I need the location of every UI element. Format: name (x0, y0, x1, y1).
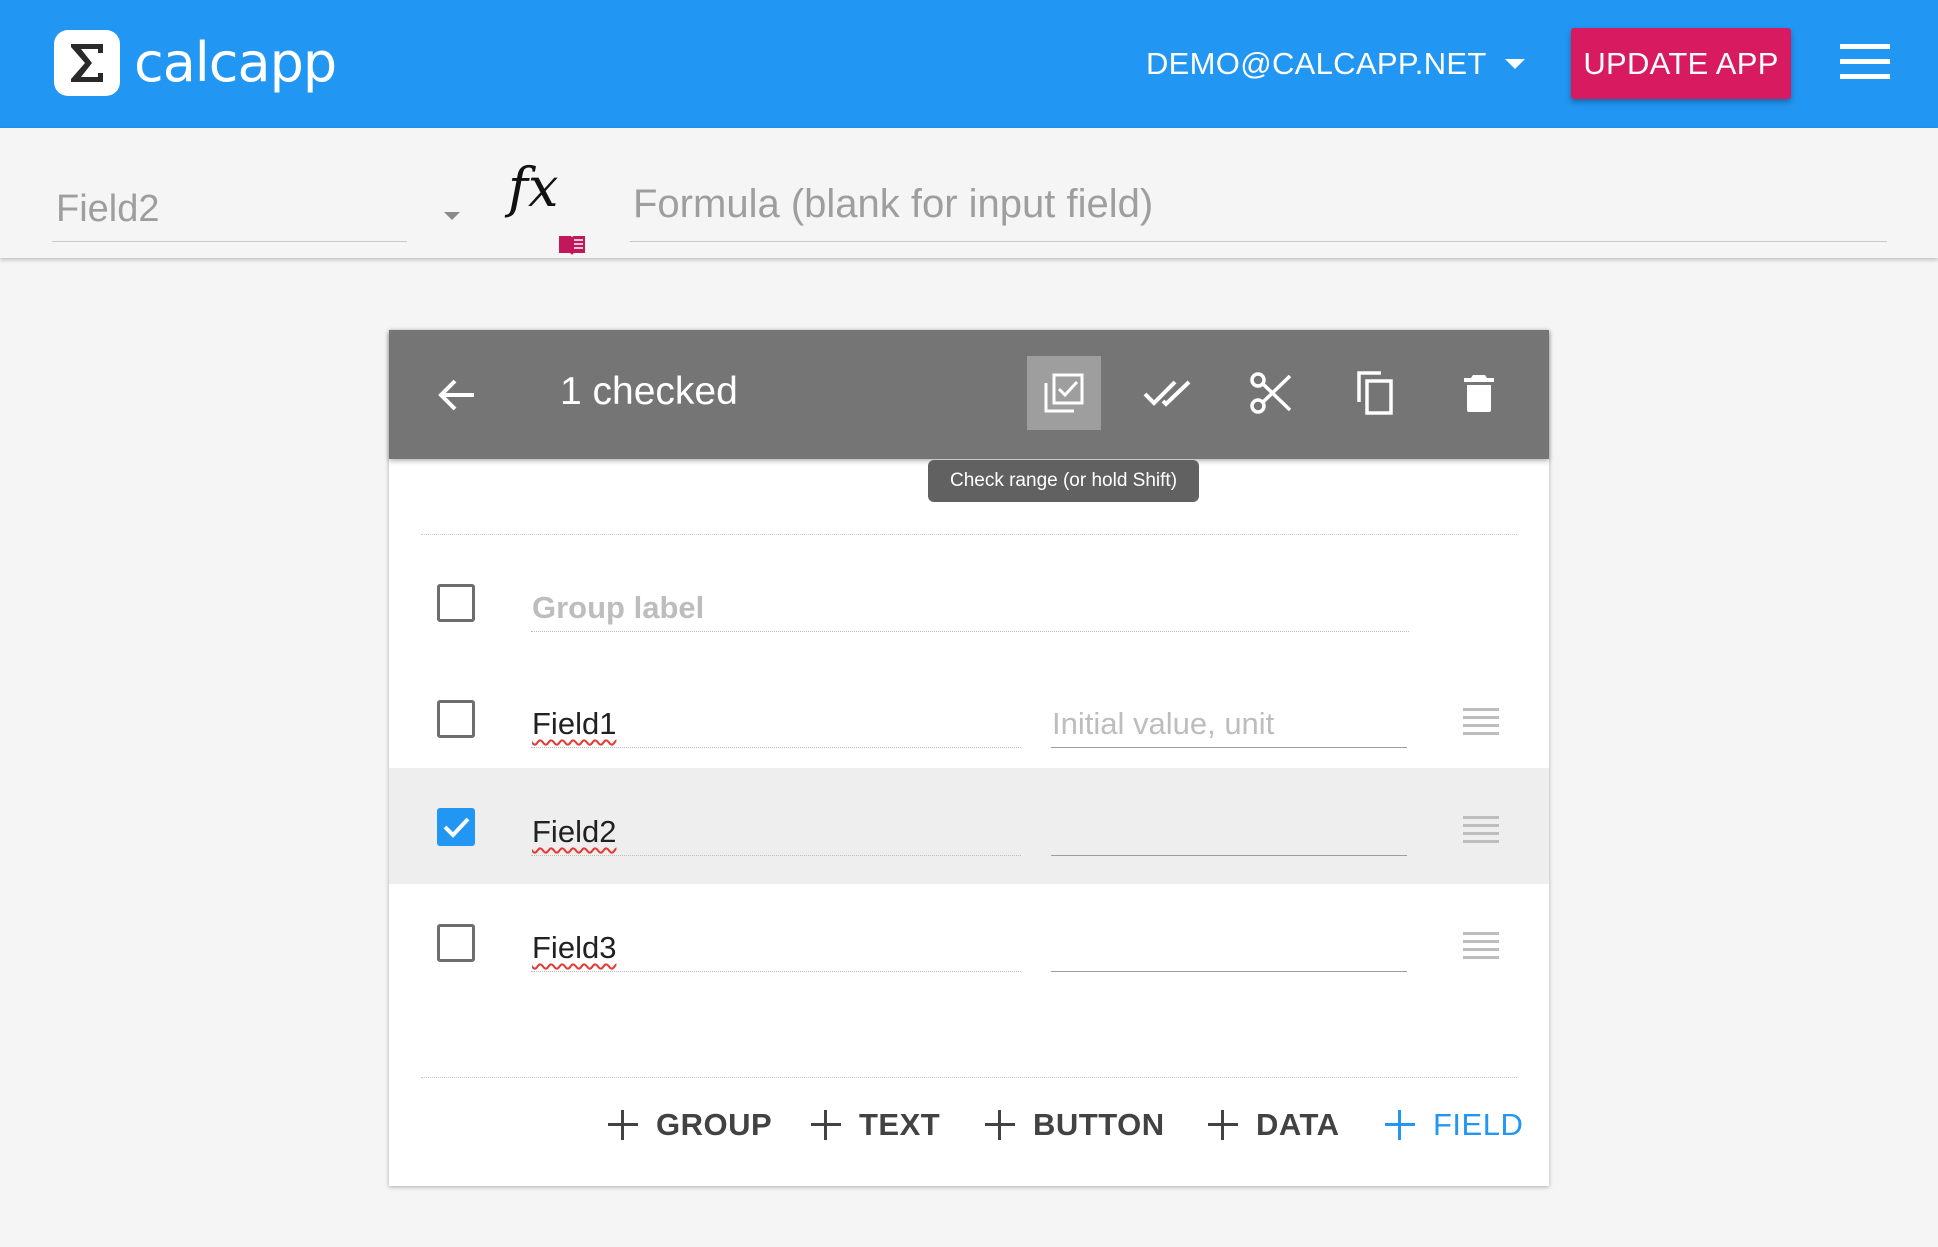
initial-value-placeholder: Initial value, unit (1052, 706, 1275, 741)
field-name: Field2 (532, 814, 617, 849)
cut-icon[interactable] (1234, 356, 1308, 430)
divider (421, 534, 1517, 535)
initial-value-input[interactable] (1051, 924, 1407, 972)
add-field-label: FIELD (1433, 1107, 1524, 1142)
plus-icon (1385, 1110, 1415, 1140)
add-group-label: GROUP (656, 1107, 773, 1142)
copy-icon[interactable] (1338, 356, 1412, 430)
chevron-down-icon (444, 212, 460, 220)
logo-text: calcapp (134, 31, 337, 94)
hamburger-menu-icon[interactable] (1840, 44, 1890, 80)
account-label: DEMO@CALCAPP.NET (1146, 46, 1487, 81)
caret-down-icon (1504, 59, 1525, 69)
check-range-icon[interactable] (1027, 356, 1101, 430)
add-button-button[interactable]: BUTTON (985, 1098, 1165, 1152)
plus-icon (811, 1110, 841, 1140)
plus-icon (1208, 1110, 1238, 1140)
drag-handle-icon[interactable] (1463, 708, 1499, 736)
app-bar: calcapp DEMO@CALCAPP.NET UPDATE APP (0, 0, 1938, 128)
account-menu[interactable]: DEMO@CALCAPP.NET (1146, 40, 1525, 88)
add-field-button[interactable]: FIELD (1385, 1098, 1523, 1152)
list-item: Field3 (389, 884, 1549, 1000)
field-name-input[interactable]: Field2 (531, 808, 1021, 856)
row-checkbox[interactable] (437, 808, 475, 846)
field-name-input[interactable]: Field3 (531, 924, 1021, 972)
delete-icon[interactable] (1442, 356, 1516, 430)
function-reference-button[interactable]: fx (508, 156, 588, 256)
row-checkbox[interactable] (437, 584, 475, 622)
divider (421, 1077, 1517, 1078)
add-text-label: TEXT (859, 1107, 941, 1142)
group-label-placeholder: Group label (532, 590, 705, 625)
plus-icon (985, 1110, 1015, 1140)
list-item: Field2 (389, 768, 1549, 884)
back-arrow-icon[interactable] (437, 378, 477, 412)
app-editor-card: 1 checked Group label Field1 Initial val… (389, 330, 1549, 1186)
initial-value-input[interactable] (1051, 808, 1407, 856)
field-selector[interactable]: Field2 (52, 158, 460, 242)
add-group-button[interactable]: GROUP (608, 1098, 772, 1152)
field-name-input[interactable]: Field1 (531, 700, 1021, 748)
add-button-label: BUTTON (1033, 1107, 1165, 1142)
plus-icon (608, 1110, 638, 1140)
formula-input[interactable] (633, 182, 1873, 227)
selection-toolbar: 1 checked (389, 330, 1549, 459)
sigma-icon (54, 30, 120, 96)
field-name: Field1 (532, 706, 617, 741)
field-name: Field3 (532, 930, 617, 965)
selected-field: Field2 (56, 188, 160, 230)
add-data-button[interactable]: DATA (1208, 1098, 1340, 1152)
list-item: Group label (389, 544, 1549, 660)
row-checkbox[interactable] (437, 700, 475, 738)
add-text-button[interactable]: TEXT (811, 1098, 940, 1152)
logo[interactable]: calcapp (54, 30, 337, 96)
formula-field[interactable] (630, 158, 1887, 242)
drag-handle-icon[interactable] (1463, 932, 1499, 960)
row-checkbox[interactable] (437, 924, 475, 962)
formula-bar: Field2 fx (0, 128, 1938, 258)
drag-handle-icon[interactable] (1463, 816, 1499, 844)
check-range-tooltip: Check range (or hold Shift) (928, 460, 1199, 502)
update-app-button[interactable]: UPDATE APP (1571, 28, 1791, 99)
selection-count: 1 checked (560, 370, 738, 413)
initial-value-input[interactable]: Initial value, unit (1051, 700, 1407, 748)
group-label-field[interactable]: Group label (531, 584, 1409, 632)
checkmark-icon (443, 817, 470, 838)
check-all-icon[interactable] (1130, 356, 1204, 430)
book-icon (559, 236, 585, 255)
fx-icon: fx (508, 156, 559, 219)
list-item: Field1 Initial value, unit (389, 660, 1549, 776)
add-data-label: DATA (1256, 1107, 1340, 1142)
